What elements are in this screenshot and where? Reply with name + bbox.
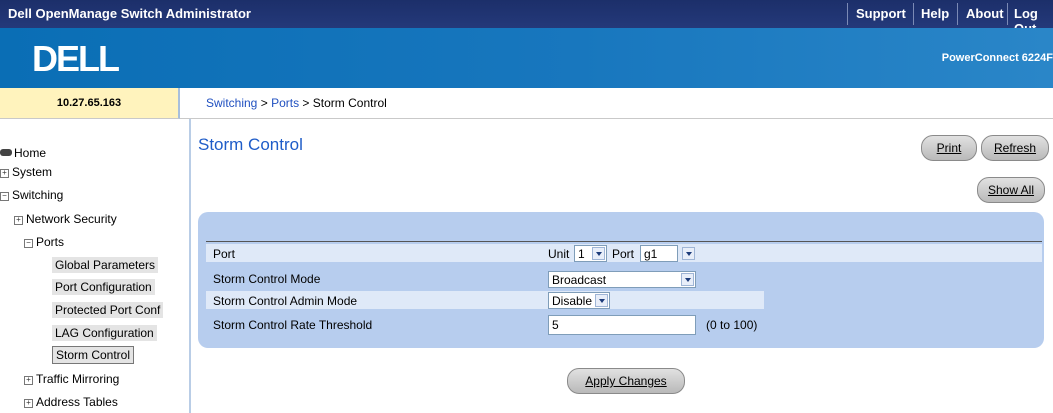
storm-control-rate-threshold-input[interactable]: 5 xyxy=(548,315,696,335)
sidebar-item-label: Switching xyxy=(12,188,64,202)
chevron-down-icon xyxy=(682,247,695,260)
separator xyxy=(913,3,914,25)
sidebar-item-label: Address Tables xyxy=(36,395,118,409)
expand-icon[interactable]: + xyxy=(24,376,33,385)
storm-control-rate-threshold-label: Storm Control Rate Threshold xyxy=(213,318,373,332)
sidebar-item-home[interactable]: Home xyxy=(0,146,46,160)
storm-control-admin-mode-select[interactable]: Disable xyxy=(548,292,610,309)
breadcrumb-separator: > xyxy=(302,96,310,110)
sidebar-item-label: Traffic Mirroring xyxy=(36,372,120,386)
separator xyxy=(1007,3,1008,25)
port-label: Port xyxy=(213,247,236,261)
rate-threshold-range-hint: (0 to 100) xyxy=(706,318,758,332)
show-all-button[interactable]: Show All xyxy=(977,177,1045,203)
collapse-icon[interactable]: − xyxy=(24,239,33,248)
help-link[interactable]: Help xyxy=(921,6,949,21)
expand-icon[interactable]: + xyxy=(0,169,9,178)
port-select-label: Port xyxy=(612,247,635,261)
sidebar-item-label: Storm Control xyxy=(52,346,135,364)
sidebar-item-label: Network Security xyxy=(26,212,117,226)
separator xyxy=(847,3,848,25)
collapse-icon[interactable]: − xyxy=(0,192,9,201)
breadcrumb: Switching > Ports > Storm Control xyxy=(180,88,1053,119)
top-bar: Dell OpenManage Switch Administrator Sup… xyxy=(0,0,1053,36)
model-name: PowerConnect 6224F xyxy=(941,52,1053,64)
storm-control-admin-mode-label: Storm Control Admin Mode xyxy=(213,294,358,308)
unit-select[interactable]: 1 xyxy=(574,245,607,262)
print-button[interactable]: Print xyxy=(921,135,977,161)
device-ip-text: 10.27.65.163 xyxy=(56,97,122,109)
app-title: Dell OpenManage Switch Administrator xyxy=(8,6,251,21)
sidebar-item-label: Protected Port Conf xyxy=(52,302,164,318)
sidebar-item-ports[interactable]: − Ports xyxy=(24,235,64,249)
expand-icon[interactable]: + xyxy=(24,399,33,408)
storm-control-rate-threshold-value: 5 xyxy=(552,318,559,332)
sidebar-item-label: Ports xyxy=(36,235,65,249)
device-ip: 10.27.65.163 xyxy=(0,88,180,119)
sidebar-item-global-parameters[interactable]: Global Parameters xyxy=(52,257,159,273)
sidebar-item-lag-configuration[interactable]: LAG Configuration xyxy=(52,325,157,341)
page-title: Storm Control xyxy=(198,135,303,154)
sidebar-item-label: Home xyxy=(14,146,47,160)
support-link[interactable]: Support xyxy=(856,6,906,21)
storm-control-mode-value: Broadcast xyxy=(552,273,607,287)
chevron-down-icon xyxy=(681,273,694,286)
dell-logo: DELL xyxy=(32,38,120,79)
home-icon xyxy=(0,149,12,156)
breadcrumb-separator: > xyxy=(260,96,268,110)
breadcrumb-switching[interactable]: Switching xyxy=(206,96,257,110)
banner: DELL PowerConnect 6224F xyxy=(0,28,1053,88)
sidebar-item-storm-control[interactable]: Storm Control xyxy=(52,346,135,364)
storm-control-mode-label: Storm Control Mode xyxy=(213,272,321,286)
chevron-down-icon xyxy=(592,247,605,260)
sidebar-item-label: Global Parameters xyxy=(52,257,159,273)
breadcrumb-ports[interactable]: Ports xyxy=(271,96,299,110)
storm-control-admin-mode-value: Disable xyxy=(552,294,593,308)
chevron-down-icon xyxy=(595,294,608,307)
breadcrumb-current: Storm Control xyxy=(312,96,387,110)
storm-control-mode-select[interactable]: Broadcast xyxy=(548,271,696,288)
sidebar: Home + System − Switching + Network Securit… xyxy=(0,119,191,413)
sidebar-item-network-security[interactable]: + Network Security xyxy=(14,212,117,226)
sidebar-item-address-tables[interactable]: + Address Tables xyxy=(24,395,118,409)
sidebar-item-traffic-mirroring[interactable]: + Traffic Mirroring xyxy=(24,372,119,386)
unit-label: Unit xyxy=(548,247,570,261)
port-select[interactable]: g1 xyxy=(640,245,695,262)
sidebar-item-system[interactable]: + System xyxy=(0,165,52,179)
divider xyxy=(206,241,1042,242)
sidebar-item-label: Port Configuration xyxy=(52,279,155,295)
unit-select-value: 1 xyxy=(578,247,585,261)
sidebar-item-protected-port-conf[interactable]: Protected Port Conf xyxy=(52,302,164,318)
apply-changes-button[interactable]: Apply Changes xyxy=(567,368,685,394)
sidebar-item-port-configuration[interactable]: Port Configuration xyxy=(52,279,155,295)
sidebar-item-label: System xyxy=(12,165,53,179)
separator xyxy=(957,3,958,25)
port-select-value: g1 xyxy=(644,247,658,261)
sidebar-item-label: LAG Configuration xyxy=(52,325,157,341)
about-link[interactable]: About xyxy=(966,6,1004,21)
sidebar-item-switching[interactable]: − Switching xyxy=(0,188,63,202)
refresh-button[interactable]: Refresh xyxy=(981,135,1049,161)
expand-icon[interactable]: + xyxy=(14,216,23,225)
